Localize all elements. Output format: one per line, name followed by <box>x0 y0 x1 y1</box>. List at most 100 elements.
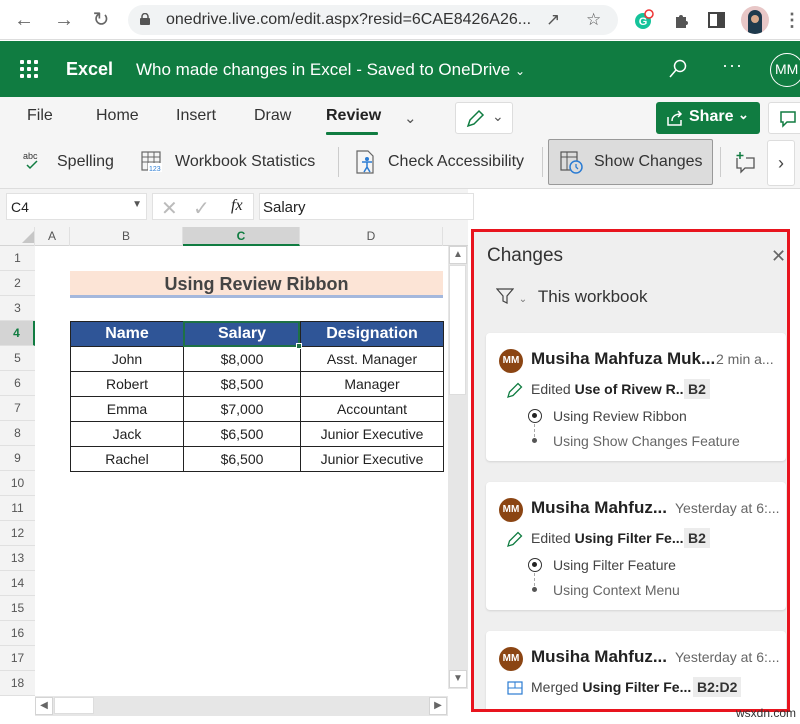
forward-icon[interactable]: → <box>52 8 76 32</box>
change-card[interactable]: MM Musiha Mahfuz... Yesterday at 6:... E… <box>486 482 786 610</box>
share-page-icon[interactable]: ↗ <box>546 10 560 30</box>
cell-designation[interactable]: Accountant <box>300 396 444 422</box>
document-title-button[interactable]: Who made changes in Excel - Saved to One… <box>136 60 525 80</box>
app-name[interactable]: Excel <box>66 59 113 80</box>
editing-mode-button[interactable]: ⌄ <box>455 102 513 134</box>
row-header-7[interactable]: 7 <box>0 396 35 421</box>
side-panel-icon[interactable] <box>706 9 728 31</box>
row-header-6[interactable]: 6 <box>0 371 35 396</box>
row-header-12[interactable]: 12 <box>0 521 35 546</box>
chevron-down-icon: ⌄ <box>492 108 504 124</box>
column-header-a[interactable]: A <box>35 227 70 246</box>
row-header-14[interactable]: 14 <box>0 571 35 596</box>
cell-designation[interactable]: Manager <box>300 371 444 397</box>
check-accessibility-button[interactable]: Check Accessibility <box>352 142 532 182</box>
user-avatar[interactable]: MM <box>770 53 800 87</box>
vertical-scrollbar[interactable]: ▲ ▼ <box>448 246 468 689</box>
select-all-corner[interactable] <box>0 227 35 246</box>
change-card[interactable]: MM Musiha Mahfuz... Yesterday at 6:... M… <box>486 631 786 709</box>
browser-menu-icon[interactable]: ⋮ <box>780 8 800 32</box>
tab-review[interactable]: Review <box>326 107 381 125</box>
row-header-17[interactable]: 17 <box>0 646 35 671</box>
extensions-icon[interactable] <box>671 9 693 31</box>
change-card[interactable]: MM Musiha Mahfuza Muk... 2 min a... Edit… <box>486 333 786 461</box>
column-header-d[interactable]: D <box>300 227 443 246</box>
row-header-11[interactable]: 11 <box>0 496 35 521</box>
row-header-2[interactable]: 2 <box>0 271 35 296</box>
enter-check-icon[interactable]: ✓ <box>193 196 210 221</box>
horizontal-scrollbar[interactable]: ◀ ▶ <box>35 696 448 716</box>
row-header-15[interactable]: 15 <box>0 596 35 621</box>
cell-salary[interactable]: $6,500 <box>183 446 301 472</box>
address-bar[interactable]: onedrive.live.com/edit.aspx?resid=6CAE84… <box>128 5 618 35</box>
formula-input[interactable]: Salary <box>259 193 474 220</box>
row-header-10[interactable]: 10 <box>0 471 35 496</box>
row-header-13[interactable]: 13 <box>0 546 35 571</box>
ribbon-scroll-right-button[interactable]: › <box>767 140 795 186</box>
row-header-16[interactable]: 16 <box>0 621 35 646</box>
header-name[interactable]: Name <box>70 321 184 347</box>
more-options-icon[interactable]: ··· <box>722 55 743 76</box>
row-header-3[interactable]: 3 <box>0 296 35 321</box>
sheet-title-cell[interactable]: Using Review Ribbon <box>70 271 443 298</box>
cell-salary[interactable]: $6,500 <box>183 421 301 447</box>
cell-salary[interactable]: $8,500 <box>183 371 301 397</box>
cancel-icon[interactable]: ✕ <box>161 196 178 221</box>
app-launcher-icon[interactable] <box>20 60 38 78</box>
search-icon[interactable] <box>668 59 688 79</box>
cell-name[interactable]: Rachel <box>70 446 184 472</box>
grammarly-icon[interactable]: G <box>633 9 655 31</box>
more-tabs-chevron-icon[interactable]: ⌄ <box>404 109 417 127</box>
cell-name[interactable]: John <box>70 346 184 372</box>
share-button[interactable]: Share ⌄ <box>656 102 760 134</box>
row-header-18[interactable]: 18 <box>0 671 35 696</box>
row-header-9[interactable]: 9 <box>0 446 35 471</box>
tab-home[interactable]: Home <box>96 107 139 125</box>
scroll-left-icon[interactable]: ◀ <box>35 697 53 715</box>
fill-handle[interactable] <box>296 343 302 349</box>
cell-name[interactable]: Robert <box>70 371 184 397</box>
back-icon[interactable]: ← <box>12 8 36 32</box>
tab-draw[interactable]: Draw <box>254 107 291 125</box>
name-box[interactable]: C4 ▼ <box>6 193 147 220</box>
row-header-8[interactable]: 8 <box>0 421 35 446</box>
cell-reference[interactable]: B2 <box>684 379 710 399</box>
cell-designation[interactable]: Junior Executive <box>300 446 444 472</box>
column-header-c[interactable]: C <box>183 227 300 246</box>
header-designation[interactable]: Designation <box>300 321 444 347</box>
column-header-b[interactable]: B <box>70 227 183 246</box>
cell-name[interactable]: Jack <box>70 421 184 447</box>
spelling-button[interactable]: abc Spelling <box>18 142 120 182</box>
filter-dropdown[interactable]: ⌄ This workbook <box>495 287 648 307</box>
show-changes-icon <box>560 151 583 174</box>
tab-insert[interactable]: Insert <box>176 107 216 125</box>
scroll-up-icon[interactable]: ▲ <box>449 246 467 264</box>
cell-designation[interactable]: Junior Executive <box>300 421 444 447</box>
horizontal-scroll-thumb[interactable] <box>54 697 94 714</box>
cell-name[interactable]: Emma <box>70 396 184 422</box>
insert-function-icon[interactable]: fx <box>231 197 243 215</box>
new-comment-icon[interactable] <box>733 151 757 175</box>
profile-avatar[interactable] <box>741 6 769 34</box>
cell-designation[interactable]: Asst. Manager <box>300 346 444 372</box>
scroll-right-icon[interactable]: ▶ <box>429 697 447 715</box>
cell-reference[interactable]: B2 <box>684 528 710 548</box>
vertical-scroll-thumb[interactable] <box>449 265 466 395</box>
workbook-statistics-button[interactable]: 123 Workbook Statistics <box>138 142 323 182</box>
cell-salary[interactable]: $8,000 <box>183 346 301 372</box>
change-author: Musiha Mahfuza Muk... <box>531 349 716 368</box>
close-icon[interactable]: ✕ <box>771 246 786 267</box>
tab-file[interactable]: File <box>27 107 53 125</box>
scroll-down-icon[interactable]: ▼ <box>449 670 467 688</box>
comments-button[interactable] <box>768 102 800 134</box>
row-header-1[interactable]: 1 <box>0 246 35 271</box>
row-header-5[interactable]: 5 <box>0 346 35 371</box>
url-text[interactable]: onedrive.live.com/edit.aspx?resid=6CAE84… <box>166 11 531 29</box>
reload-icon[interactable]: ↻ <box>89 8 113 32</box>
show-changes-button[interactable]: Show Changes <box>548 139 713 185</box>
cell-salary[interactable]: $7,000 <box>183 396 301 422</box>
filter-label: This workbook <box>537 287 648 306</box>
row-header-4[interactable]: 4 <box>0 321 35 346</box>
cell-reference[interactable]: B2:D2 <box>693 677 742 697</box>
bookmark-star-icon[interactable]: ☆ <box>586 10 601 30</box>
